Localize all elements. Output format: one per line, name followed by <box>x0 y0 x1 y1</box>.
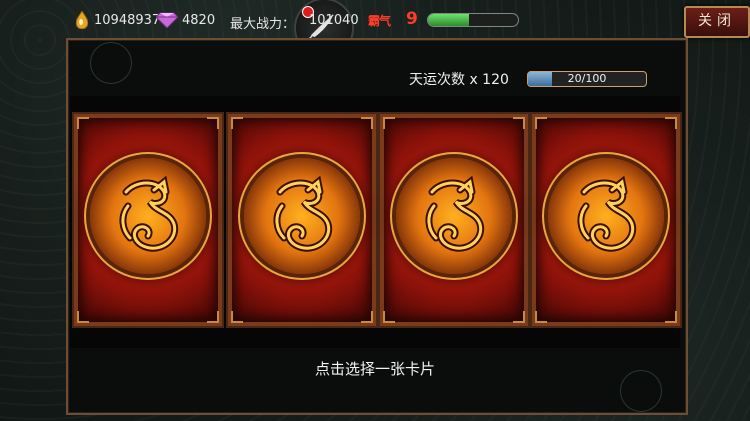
card-3[interactable] <box>378 112 530 328</box>
power-label: 最大战力： <box>230 17 296 32</box>
card-frame-corner <box>77 311 89 323</box>
vip-level: 9 <box>406 9 418 29</box>
gem-value: 4820 <box>182 13 216 28</box>
card-frame-corner <box>513 311 525 323</box>
top-bar: 10948937 4820 最大战力： 101040 霸气 9 关闭 <box>0 0 750 58</box>
draw-progress-bar: 20/100 <box>527 71 647 87</box>
card-frame-corner <box>535 311 547 323</box>
draw-count-label: 天运次数 x 120 <box>409 72 509 88</box>
gem-icon <box>156 12 178 28</box>
draw-progress-text: 20/100 <box>567 72 607 85</box>
dragon-emblem-icon <box>396 158 512 274</box>
card-frame-corner <box>207 117 219 129</box>
gold-icon <box>76 11 88 29</box>
gold-value: 10948937 <box>94 13 161 28</box>
card-4[interactable] <box>530 112 682 328</box>
card-frame-corner <box>665 117 677 129</box>
card-frame-corner <box>231 311 243 323</box>
card-frame-corner <box>361 117 373 129</box>
card-1[interactable] <box>72 112 224 328</box>
card-frame-corner <box>231 117 243 129</box>
corner-ornament <box>90 42 132 84</box>
card-frame-corner <box>383 117 395 129</box>
vip-label: 霸气 <box>368 14 391 28</box>
card-frame-corner <box>77 117 89 129</box>
card-frame-corner <box>207 311 219 323</box>
power-value: 101040 <box>309 13 359 28</box>
card-2[interactable] <box>226 112 378 328</box>
vip-progress-bar <box>427 13 519 27</box>
card-frame-corner <box>383 311 395 323</box>
card-frame-corner <box>361 311 373 323</box>
card-frame-corner <box>535 117 547 129</box>
close-button[interactable]: 关闭 <box>684 6 750 38</box>
card-frame-corner <box>513 117 525 129</box>
vip-progress-fill <box>428 14 469 26</box>
card-frame-corner <box>665 311 677 323</box>
dragon-emblem-icon <box>244 158 360 274</box>
dragon-emblem-icon <box>548 158 664 274</box>
select-card-hint: 点击选择一张卡片 <box>314 360 435 378</box>
dragon-emblem-icon <box>90 158 206 274</box>
